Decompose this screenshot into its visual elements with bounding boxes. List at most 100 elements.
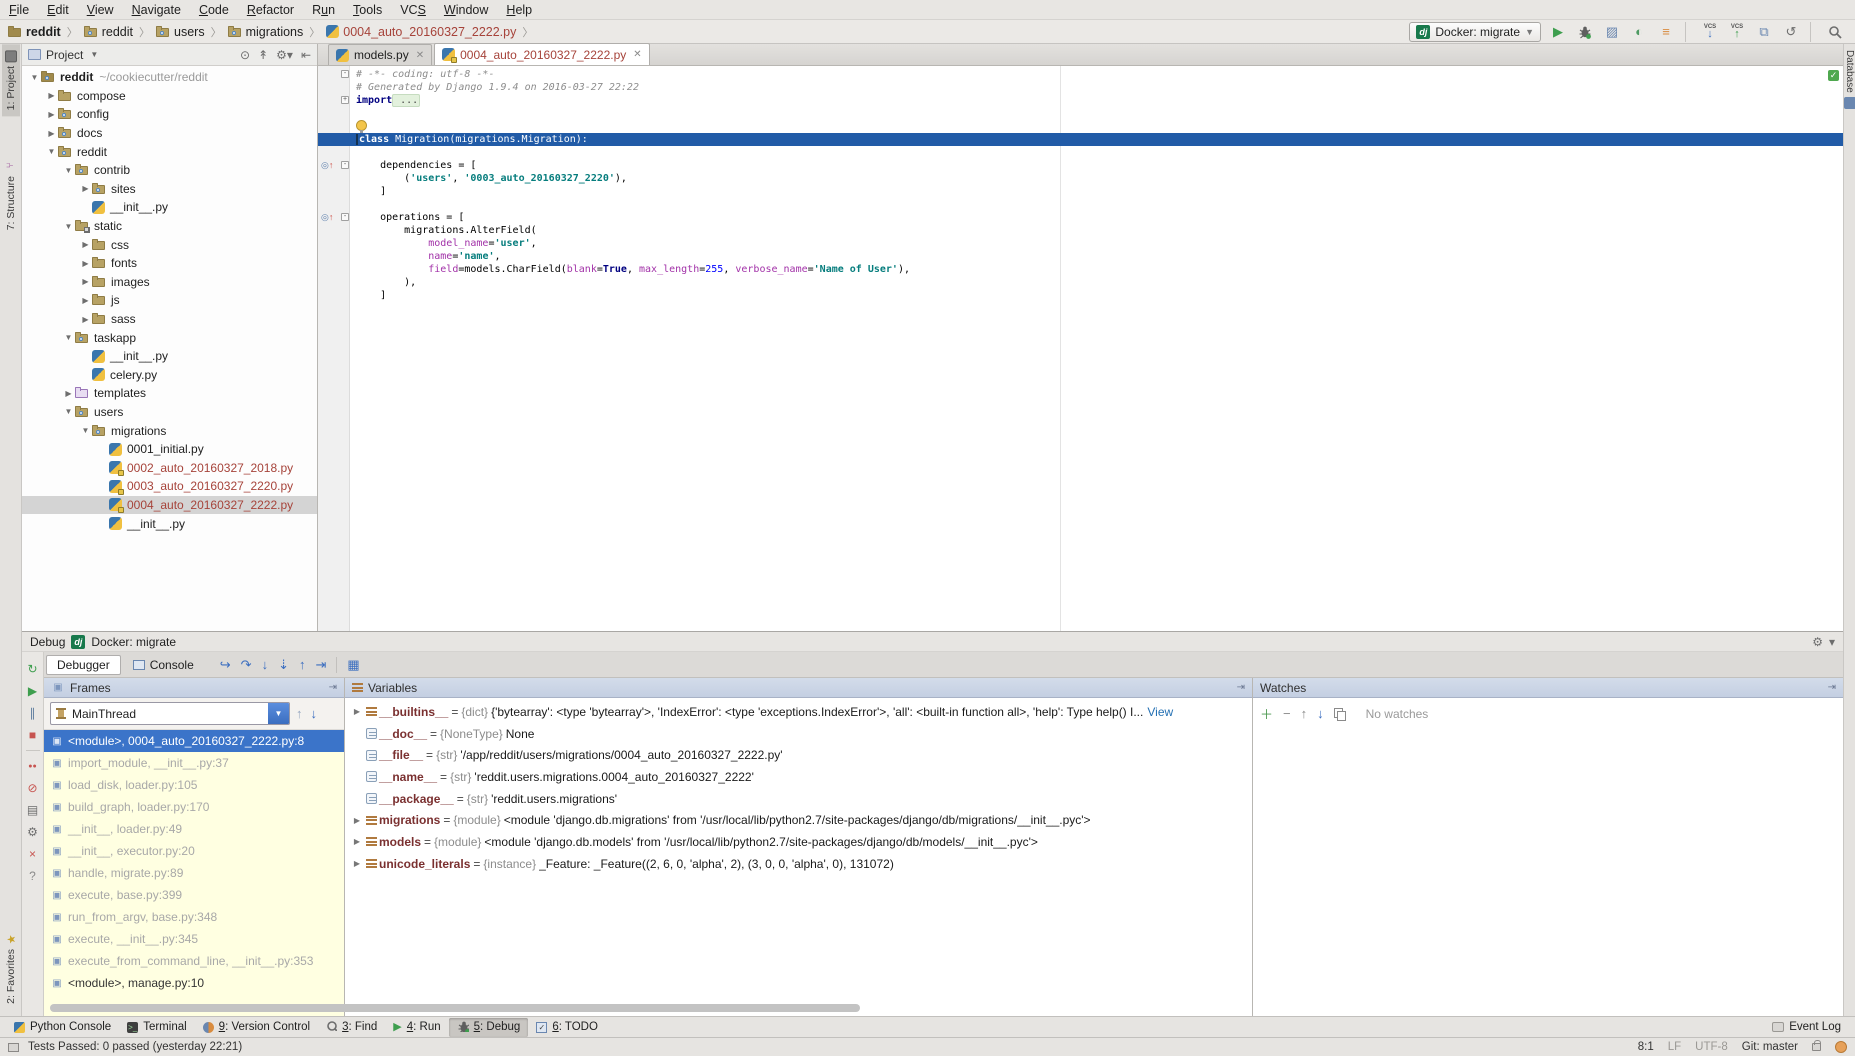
close-button[interactable]: × [22,843,43,865]
breadcrumb-item[interactable]: reddit [6,25,63,39]
tree-item-sites[interactable]: ▶sites [22,180,317,199]
file-encoding[interactable]: UTF-8 [1695,1041,1728,1053]
show-execution-point-button[interactable]: ↪ [220,657,231,673]
rollback-button[interactable]: ↺ [1781,22,1801,42]
collapsed-arrow-icon[interactable]: ▶ [79,259,92,268]
variable-row[interactable]: __package__={str}'reddit.users.migration… [345,788,1252,810]
expand-arrow-icon[interactable]: ▶ [351,816,363,825]
frame-row[interactable]: ▣load_disk, loader.py:105 [44,774,344,796]
menu-vcs[interactable]: VCS [391,0,435,20]
evaluate-expression-button[interactable]: ▦ [347,657,359,673]
tree-item-reddit[interactable]: ▼reddit~/cookiecutter/reddit [22,68,317,87]
resume-button[interactable]: ▶ [22,680,43,702]
settings-icon[interactable]: ⚙▾ [276,48,293,62]
tree-item-contrib[interactable]: ▼contrib [22,161,317,180]
expanded-arrow-icon[interactable]: ▼ [62,333,75,342]
view-link[interactable]: View [1143,705,1173,719]
settings-icon[interactable]: ⚙ [1812,635,1823,649]
run-to-cursor-button[interactable]: ⇥ [315,657,326,673]
frame-row[interactable]: ▣handle, migrate.py:89 [44,862,344,884]
hide-panel-icon[interactable]: ⇤ [301,48,311,62]
hide-window-icon[interactable]: ▾ [1829,635,1835,649]
frame-row[interactable]: ▣__init__, executor.py:20 [44,840,344,862]
tree-item-__init__-py[interactable]: __init__.py [22,198,317,217]
expand-arrow-icon[interactable]: ▶ [351,707,363,716]
step-over-button[interactable]: ↷ [241,657,252,673]
code-line-14[interactable]: model_name='user', [351,237,1843,250]
tree-item-static[interactable]: ▼static [22,217,317,236]
coverage-button[interactable]: ▨ [1602,22,1622,42]
code-line-13[interactable]: migrations.AlterField( [351,224,1843,237]
remove-watch-button[interactable]: − [1283,706,1291,721]
float-pane-icon[interactable]: ⇥ [329,682,337,693]
breadcrumb-item[interactable]: reddit [82,25,135,39]
code-editor[interactable]: -+-◎↑-◎↑- # -*- coding: utf-8 -*-# Gener… [318,66,1843,631]
menu-file[interactable]: File [0,0,38,20]
editor-gutter[interactable]: -+-◎↑-◎↑- [318,66,350,631]
tree-item-0004_auto_20160327_2222-py[interactable]: 0004_auto_20160327_2222.py [22,496,317,515]
stripe-button-7-structure[interactable]: 7: Structure⑂ [2,154,20,236]
frame-row[interactable]: ▣<module>, manage.py:10 [44,972,344,994]
gutter-marker-icon[interactable]: ◎↑ [321,160,333,170]
tree-item-css[interactable]: ▶css [22,235,317,254]
menu-navigate[interactable]: Navigate [123,0,190,20]
step-out-button[interactable]: ↑ [299,657,306,672]
tree-item-__init__-py[interactable]: __init__.py [22,514,317,533]
expanded-arrow-icon[interactable]: ▼ [28,73,41,82]
tree-item-compose[interactable]: ▶compose [22,87,317,106]
code-line-4[interactable] [351,107,1843,120]
toolwindow-toggle-icon[interactable] [8,1043,19,1052]
add-watch-button[interactable]: ＋ [1260,704,1273,723]
stripe-button-2-favorites[interactable]: 2: Favorites★ [2,927,20,1010]
collapsed-arrow-icon[interactable]: ▶ [45,110,58,119]
collapsed-arrow-icon[interactable]: ▶ [45,129,58,138]
editor-tab-0004_auto_20160327_2222-py[interactable]: 0004_auto_20160327_2222.py✕ [434,43,650,65]
frame-row[interactable]: ▣execute_from_command_line, __init__.py:… [44,950,344,972]
tree-item-celery-py[interactable]: celery.py [22,366,317,385]
expanded-arrow-icon[interactable]: ▼ [45,147,58,156]
tree-item-reddit[interactable]: ▼reddit [22,142,317,161]
toolwindow-button-4-run[interactable]: ▶4: Run [385,1018,448,1037]
menu-refactor[interactable]: Refactor [238,0,303,20]
toolwindow-button-terminal[interactable]: >_Terminal [119,1018,194,1037]
frame-row[interactable]: ▣<module>, 0004_auto_20160327_2222.py:8 [44,730,344,752]
variable-row[interactable]: ▶models={module}<module 'django.db.model… [345,831,1252,853]
gutter-marker-icon[interactable]: ◎↑ [321,212,333,222]
locate-icon[interactable]: ⊙ [240,48,250,62]
expanded-arrow-icon[interactable]: ▼ [62,407,75,416]
caret-position[interactable]: 8:1 [1638,1041,1654,1053]
editor-tab-models-py[interactable]: models.py✕ [328,44,432,65]
collapsed-arrow-icon[interactable]: ▶ [62,389,75,398]
chevron-down-icon[interactable]: ▼ [90,50,98,59]
float-pane-icon[interactable]: ⇥ [1828,682,1836,693]
collapsed-arrow-icon[interactable]: ▶ [79,315,92,324]
lock-icon[interactable] [1812,1043,1821,1051]
toolwindow-button-5-debug[interactable]: 5: Debug [449,1018,529,1037]
inspection-status-icon[interactable]: ✓ [1828,70,1839,81]
vcs-update-button[interactable]: VCS↓ [1700,22,1720,42]
frame-row[interactable]: ▣execute, base.py:399 [44,884,344,906]
tree-item-templates[interactable]: ▶templates [22,384,317,403]
code-line-15[interactable]: name='name', [351,250,1843,263]
code-line-12[interactable]: operations = [ [351,211,1843,224]
breadcrumb-item[interactable]: users [154,25,207,39]
menu-window[interactable]: Window [435,0,497,20]
tree-item-sass[interactable]: ▶sass [22,310,317,329]
breadcrumb-item[interactable]: 0004_auto_20160327_2222.py [324,25,518,39]
copy-watch-button[interactable] [1334,708,1344,719]
menu-edit[interactable]: Edit [38,0,78,20]
variable-row[interactable]: __name__={str}'reddit.users.migrations.0… [345,766,1252,788]
move-watch-up-button[interactable]: ↑ [1301,706,1308,721]
toolwindow-button-6-todo[interactable]: ✓6: TODO [528,1018,606,1037]
tree-item-images[interactable]: ▶images [22,273,317,292]
debug-tab-console[interactable]: Console [123,655,204,675]
variable-row[interactable]: ▶migrations={module}<module 'django.db.m… [345,809,1252,831]
restore-layout-button[interactable]: ▤ [22,799,43,821]
menu-view[interactable]: View [78,0,123,20]
toolwindow-button-9-version-control[interactable]: 9: Version Control [195,1018,318,1037]
menu-code[interactable]: Code [190,0,238,20]
toolwindow-button-python-console[interactable]: Python Console [6,1018,119,1037]
menu-tools[interactable]: Tools [344,0,391,20]
breadcrumb-item[interactable]: migrations [226,25,306,39]
stripe-button-database[interactable]: Database [1843,44,1855,115]
